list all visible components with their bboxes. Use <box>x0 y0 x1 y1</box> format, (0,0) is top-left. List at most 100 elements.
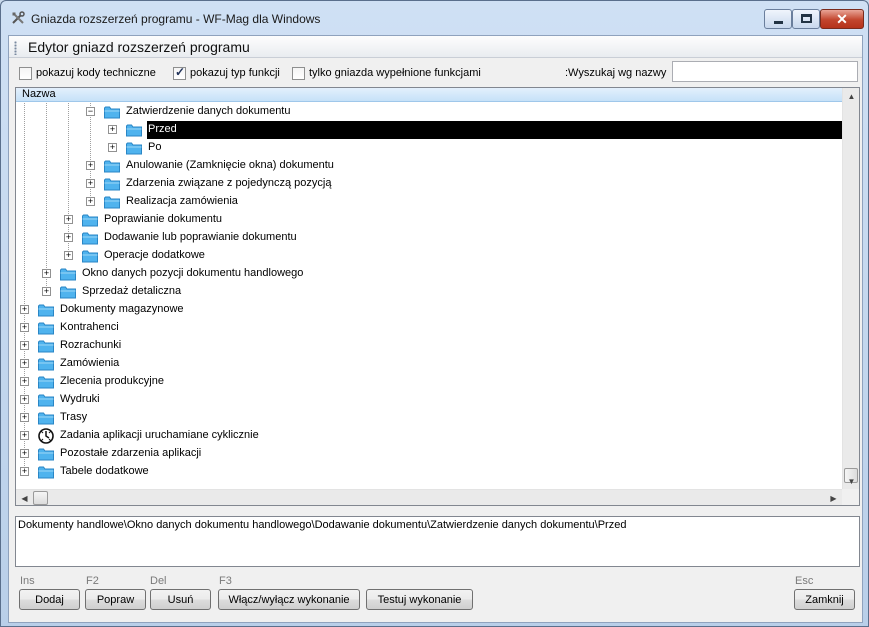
tree-row[interactable]: + Dodawanie lub poprawianie dokumentu <box>16 229 842 247</box>
window-title: Gniazda rozszerzeń programu - WF-Mag dla… <box>31 12 321 26</box>
folder-icon <box>82 232 98 245</box>
tree-row-label: Zatwierdzenie danych dokumentu <box>126 105 291 117</box>
tree-row-label: Trasy <box>60 411 88 423</box>
folder-icon <box>38 340 54 353</box>
tree-row[interactable]: + Tabele dodatkowe <box>16 463 842 481</box>
tree-row[interactable]: + Okno danych pozycji dokumentu handloweg… <box>16 265 842 283</box>
test-execution-button[interactable]: Testuj wykonanie <box>366 589 473 610</box>
tree-row[interactable]: + Wydruki <box>16 391 842 409</box>
expand-icon[interactable]: + <box>20 431 29 440</box>
checkbox-box[interactable] <box>292 66 305 80</box>
column-header-label: Nazwa <box>22 88 56 100</box>
tree-rows: − Zatwierdzenie danych dokumentu + Przed + Po… <box>16 103 842 487</box>
checkbox-box[interactable] <box>173 65 186 80</box>
expand-icon[interactable]: + <box>20 413 29 422</box>
expand-icon[interactable]: + <box>64 215 73 224</box>
expand-icon[interactable]: + <box>20 305 29 314</box>
expand-icon[interactable]: + <box>20 467 29 476</box>
column-header-name[interactable]: Nazwa <box>16 88 842 102</box>
only-filled-checkbox[interactable]: tylko gniazda wypełnione funkcjami <box>292 65 481 81</box>
show-tech-codes-checkbox[interactable]: pokazuj kody techniczne <box>19 65 156 81</box>
add-button[interactable]: Dodaj <box>19 589 80 610</box>
tree-row[interactable]: + Rozrachunki <box>16 337 842 355</box>
tree-row[interactable]: + Przed <box>108 121 842 139</box>
expand-icon[interactable]: + <box>64 233 73 242</box>
expand-icon[interactable]: + <box>108 143 117 152</box>
edit-shortcut: F2 <box>86 575 99 587</box>
tree-row-label: Kontrahenci <box>60 321 119 333</box>
close-icon: ✕ <box>836 11 848 27</box>
toggle-execution-button[interactable]: Włącz/wyłącz wykonanie <box>218 589 360 610</box>
expand-icon[interactable]: + <box>42 269 51 278</box>
editor-title: Edytor gniazd rozszerzeń programu <box>28 39 250 55</box>
expand-icon[interactable]: + <box>20 395 29 404</box>
checkbox-box[interactable] <box>19 66 32 80</box>
tree-row[interactable]: + Anulowanie (Zamknięcie okna) dokumentu <box>16 157 842 175</box>
scroll-right-icon[interactable]: ▶ <box>825 490 842 505</box>
scrollbar-corner <box>842 489 859 505</box>
tree-row-label: Rozrachunki <box>60 339 122 351</box>
expand-icon[interactable]: + <box>64 251 73 260</box>
expand-icon[interactable]: + <box>108 125 117 134</box>
scroll-up-icon[interactable]: ▲ <box>843 88 859 105</box>
tree-row[interactable]: + Pozostałe zdarzenia aplikacji <box>16 445 842 463</box>
tree-row[interactable]: + Dokumenty magazynowe <box>16 301 842 319</box>
selected-path-box: Dokumenty handlowe\Okno danych dokumentu… <box>15 516 860 567</box>
tree-row[interactable]: + Zlecenia produkcyjne <box>16 373 842 391</box>
tree-row-label: Zdarzenia związane z pojedynczą pozycją <box>126 177 332 189</box>
tree-row-label: Pozostałe zdarzenia aplikacji <box>60 447 202 459</box>
expand-icon[interactable]: + <box>86 161 95 170</box>
tree-row[interactable]: − Zatwierdzenie danych dokumentu <box>16 103 842 121</box>
folder-icon <box>126 142 142 155</box>
tree-row[interactable]: + Zdarzenia związane z pojedynczą pozycją <box>16 175 842 193</box>
tree-row[interactable]: + Trasy <box>16 409 842 427</box>
expand-icon[interactable]: + <box>20 341 29 350</box>
collapse-icon[interactable]: − <box>86 107 95 116</box>
edit-button[interactable]: Popraw <box>85 589 146 610</box>
minimize-button[interactable] <box>764 9 792 29</box>
tree-row[interactable]: + Realizacja zamówienia <box>16 193 842 211</box>
expand-icon[interactable]: + <box>20 377 29 386</box>
folder-icon <box>38 412 54 425</box>
vertical-scrollbar[interactable]: ▲ ▼ <box>842 88 859 490</box>
tree-row[interactable]: + Po <box>16 139 842 157</box>
folder-icon <box>38 304 54 317</box>
tree-row-label: Sprzedaż detaliczna <box>82 285 182 297</box>
expand-icon[interactable]: + <box>86 197 95 206</box>
close-window-button[interactable]: ✕ <box>820 9 864 29</box>
folder-icon <box>104 106 120 119</box>
search-input[interactable] <box>672 61 858 82</box>
add-shortcut: Ins <box>20 575 35 587</box>
folder-icon <box>60 286 76 299</box>
close-shortcut: Esc <box>795 575 814 587</box>
expand-icon[interactable]: + <box>20 323 29 332</box>
show-function-type-label: pokazuj typ funkcji <box>190 67 280 79</box>
expand-icon[interactable]: + <box>42 287 51 296</box>
title-bar: Gniazda rozszerzeń programu - WF-Mag dla… <box>1 1 868 35</box>
show-function-type-checkbox[interactable]: pokazuj typ funkcji <box>173 65 280 81</box>
tree-row[interactable]: + Poprawianie dokumentu <box>16 211 842 229</box>
maximize-button[interactable] <box>792 9 820 29</box>
tree-row-label: Operacje dodatkowe <box>104 249 205 261</box>
tree-row[interactable]: + Sprzedaż detaliczna <box>16 283 842 301</box>
scroll-left-icon[interactable]: ◀ <box>16 490 33 505</box>
folder-icon <box>38 394 54 407</box>
tree-row-label: Realizacja zamówienia <box>126 195 238 207</box>
close-button[interactable]: Zamknij <box>794 589 855 610</box>
tree-row[interactable]: + Zadania aplikacji uruchamiane cykliczni… <box>16 427 842 445</box>
scroll-down-icon[interactable]: ▼ <box>843 473 859 490</box>
extension-tree: Nazwa − Zatwierdzenie danych dokumentu + Pr… <box>15 87 860 506</box>
expand-icon[interactable]: + <box>20 359 29 368</box>
delete-button[interactable]: Usuń <box>150 589 211 610</box>
maximize-icon <box>801 14 812 23</box>
folder-icon <box>38 448 54 461</box>
expand-icon[interactable]: + <box>86 179 95 188</box>
tree-row[interactable]: + Operacje dodatkowe <box>16 247 842 265</box>
tree-row[interactable]: + Zamówienia <box>16 355 842 373</box>
delete-shortcut: Del <box>150 575 167 587</box>
folder-icon <box>104 178 120 191</box>
tree-row[interactable]: + Kontrahenci <box>16 319 842 337</box>
horizontal-scrollbar[interactable]: ◀ ▶ <box>16 489 842 505</box>
horizontal-scroll-thumb[interactable] <box>33 491 48 505</box>
expand-icon[interactable]: + <box>20 449 29 458</box>
